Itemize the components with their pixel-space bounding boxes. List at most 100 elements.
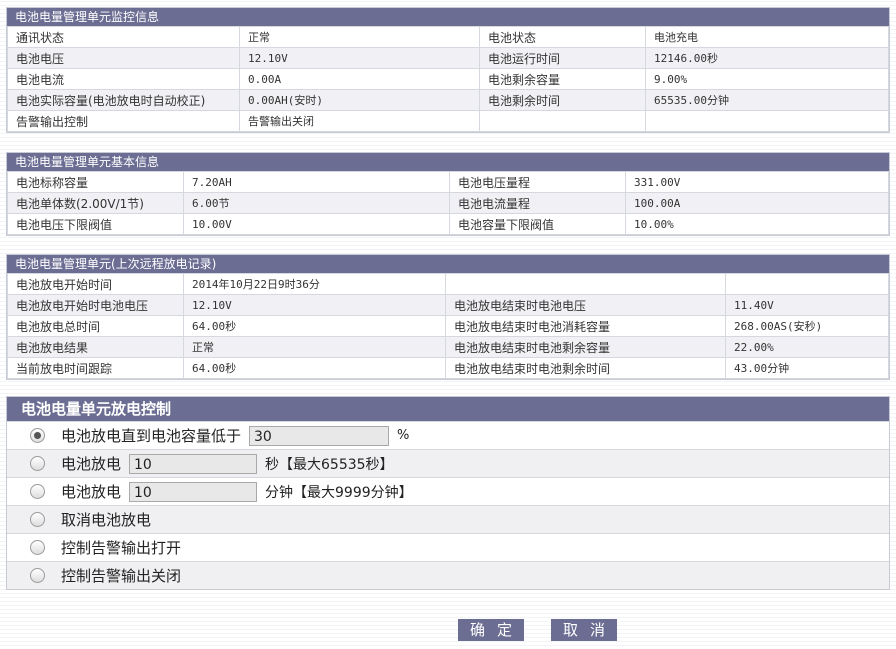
field-value: 10.00V: [183, 213, 450, 235]
table-row: 电池放电结果 正常 电池放电结束时电池剩余容量 22.00%: [7, 336, 889, 358]
radio-minutes[interactable]: [30, 484, 45, 499]
seconds-input[interactable]: 10: [129, 453, 258, 474]
field-label: 电池电压下限阀值: [7, 213, 184, 235]
minutes-unit: 分钟【最大9999分钟】: [265, 484, 413, 501]
table-row: 电池放电总时间 64.00秒 电池放电结束时电池消耗容量 268.00AS(安秒): [7, 315, 889, 337]
field-label: 电池剩余容量: [479, 68, 646, 90]
table-row: 电池放电开始时间 2014年10月22日9时36分: [7, 273, 889, 295]
radio-capacity[interactable]: [30, 428, 45, 443]
field-value: 43.00分钟: [725, 357, 889, 379]
option-alarm-on-row[interactable]: 控制告警输出打开: [7, 533, 889, 561]
monitor-table: 通讯状态 正常 电池状态 电池充电 电池电压 12.10V 电池运行时间 12146.00秒电…: [7, 26, 889, 132]
table-row: 电池实际容量(电池放电时自动校正) 0.00AH(安时) 电池剩余时间 65535.0…: [7, 89, 889, 111]
field-value: 10.00%: [625, 213, 889, 235]
field-label: 电池运行时间: [479, 47, 646, 69]
field-label: 电池剩余时间: [479, 89, 646, 111]
table-row: 通讯状态 正常 电池状态 电池充电: [7, 26, 889, 48]
field-value: 6.00节: [183, 192, 450, 214]
field-value: [725, 273, 889, 295]
option-alarm-off-row[interactable]: 控制告警输出关闭: [7, 561, 889, 589]
radio-seconds[interactable]: [30, 456, 45, 471]
field-value: 0.00A: [239, 68, 480, 90]
monitor-title: 电池电量管理单元监控信息: [7, 8, 889, 26]
radio-alarm-on[interactable]: [30, 540, 45, 555]
field-value: 告警输出关闭: [239, 110, 480, 132]
field-value: 64.00秒: [183, 357, 446, 379]
field-value: 2014年10月22日9时36分: [183, 273, 446, 295]
option-seconds-label: 电池放电: [61, 455, 122, 473]
field-label: 电池状态: [479, 26, 646, 48]
field-label: 当前放电时间跟踪: [7, 357, 184, 379]
monitor-panel: 电池电量管理单元监控信息 通讯状态 正常 电池状态 电池充电 电池电压 12.10V 电池运…: [6, 7, 890, 133]
field-label: 电池放电结束时电池剩余时间: [445, 357, 726, 379]
table-row: 电池电流 0.00A 电池剩余容量 9.00%: [7, 68, 889, 90]
minutes-input[interactable]: 10: [129, 481, 258, 502]
field-value: 正常: [183, 336, 446, 358]
field-label: 电池单体数(2.00V/1节): [7, 192, 184, 214]
table-row: 告警输出控制 告警输出关闭: [7, 110, 889, 132]
option-cancel-label: 取消电池放电: [61, 511, 152, 529]
basic-table: 电池标称容量 7.20AH 电池电压量程 331.00V 电池单体数(2.00V/1节)…: [7, 171, 889, 235]
option-alarm-on-label: 控制告警输出打开: [61, 539, 182, 557]
field-label: 电池放电结束时电池剩余容量: [445, 336, 726, 358]
field-value: 331.00V: [625, 171, 889, 193]
record-panel: 电池电量管理单元(上次远程放电记录) 电池放电开始时间 2014年10月22日9时…: [6, 254, 890, 380]
table-row: 电池单体数(2.00V/1节) 6.00节 电池电流量程 100.00A: [7, 192, 889, 214]
field-value: [645, 110, 889, 132]
record-title: 电池电量管理单元(上次远程放电记录): [7, 255, 889, 273]
table-row: 电池电压下限阀值 10.00V 电池容量下限阀值 10.00%: [7, 213, 889, 235]
field-label: 电池放电结束时电池消耗容量: [445, 315, 726, 337]
option-capacity-row[interactable]: 电池放电直到电池容量低于 30 %: [7, 421, 889, 449]
field-value: 0.00AH(安时): [239, 89, 480, 111]
cancel-button[interactable]: 取消: [551, 619, 617, 641]
field-label: 电池电压: [7, 47, 240, 69]
seconds-unit: 秒【最大65535秒】: [265, 456, 394, 473]
field-label: 电池电流量程: [449, 192, 626, 214]
field-label: 电池放电总时间: [7, 315, 184, 337]
table-row: 电池放电开始时电池电压 12.10V 电池放电结束时电池电压 11.40V: [7, 294, 889, 316]
option-minutes-label: 电池放电: [61, 483, 122, 501]
field-value: 65535.00分钟: [645, 89, 889, 111]
option-cancel-row[interactable]: 取消电池放电: [7, 505, 889, 533]
field-value: 7.20AH: [183, 171, 450, 193]
field-value: 12.10V: [183, 294, 446, 316]
field-label: 电池标称容量: [7, 171, 184, 193]
field-label: 电池电压量程: [449, 171, 626, 193]
field-value: 9.00%: [645, 68, 889, 90]
field-value: 电池充电: [645, 26, 889, 48]
table-row: 电池电压 12.10V 电池运行时间 12146.00秒: [7, 47, 889, 69]
field-label: 电池放电结果: [7, 336, 184, 358]
field-value: 268.00AS(安秒): [725, 315, 889, 337]
field-label: 电池放电开始时间: [7, 273, 184, 295]
field-value: 64.00秒: [183, 315, 446, 337]
field-label: 告警输出控制: [7, 110, 240, 132]
control-title: 电池电量单元放电控制: [7, 397, 889, 421]
field-value: 12.10V: [239, 47, 480, 69]
field-label: [445, 273, 726, 295]
field-label: 电池放电开始时电池电压: [7, 294, 184, 316]
field-value: 正常: [239, 26, 480, 48]
basic-panel: 电池电量管理单元基本信息 电池标称容量 7.20AH 电池电压量程 331.00V 电池…: [6, 152, 890, 236]
field-label: 电池电流: [7, 68, 240, 90]
table-row: 当前放电时间跟踪 64.00秒 电池放电结束时电池剩余时间 43.00分钟: [7, 357, 889, 379]
capacity-input[interactable]: 30: [249, 425, 390, 446]
option-alarm-off-label: 控制告警输出关闭: [61, 567, 182, 585]
ok-button[interactable]: 确定: [458, 619, 524, 641]
table-row: 电池标称容量 7.20AH 电池电压量程 331.00V: [7, 171, 889, 193]
field-label: [479, 110, 646, 132]
field-label: 电池实际容量(电池放电时自动校正): [7, 89, 240, 111]
control-panel: 电池电量单元放电控制 电池放电直到电池容量低于 30 % 电池放电 10 秒【最…: [6, 396, 890, 590]
capacity-unit: %: [397, 428, 410, 443]
basic-title: 电池电量管理单元基本信息: [7, 153, 889, 171]
field-value: 11.40V: [725, 294, 889, 316]
field-value: 22.00%: [725, 336, 889, 358]
option-seconds-row[interactable]: 电池放电 10 秒【最大65535秒】: [7, 449, 889, 477]
record-table: 电池放电开始时间 2014年10月22日9时36分 电池放电开始时电池电压 12.10…: [7, 273, 889, 379]
option-capacity-label: 电池放电直到电池容量低于: [61, 427, 242, 445]
field-label: 通讯状态: [7, 26, 240, 48]
radio-cancel[interactable]: [30, 512, 45, 527]
radio-alarm-off[interactable]: [30, 568, 45, 583]
field-label: 电池放电结束时电池电压: [445, 294, 726, 316]
option-minutes-row[interactable]: 电池放电 10 分钟【最大9999分钟】: [7, 477, 889, 505]
field-label: 电池容量下限阀值: [449, 213, 626, 235]
